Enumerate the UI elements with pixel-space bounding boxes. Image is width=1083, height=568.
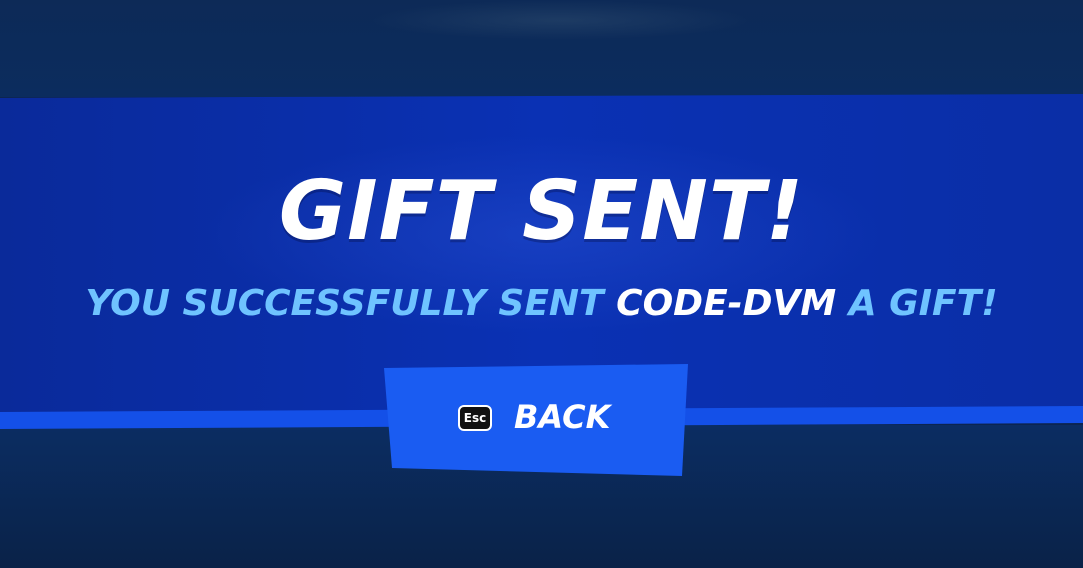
- dialog-message: YOU SUCCESSFULLY SENT CODE-DVM A GIFT!: [0, 281, 1083, 327]
- back-button-label: BACK: [514, 398, 611, 436]
- background-glow: [370, 0, 750, 40]
- esc-key-icon: Esc: [458, 405, 492, 431]
- dialog-title: GIFT SENT!: [278, 164, 805, 259]
- recipient-name: CODE-DVM: [616, 283, 837, 324]
- message-suffix: A GIFT!: [836, 283, 998, 324]
- back-button[interactable]: Esc BACK: [384, 364, 688, 476]
- message-prefix: YOU SUCCESSFULLY SENT: [85, 283, 617, 324]
